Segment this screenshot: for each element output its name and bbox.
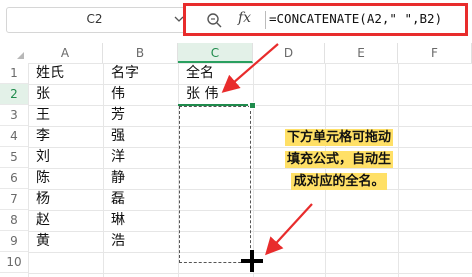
crosshair-cursor-icon [241,250,263,272]
annotation-arrows [221,43,313,272]
arrow-to-fill-handle [265,203,313,256]
arrow-to-formula [221,43,279,93]
